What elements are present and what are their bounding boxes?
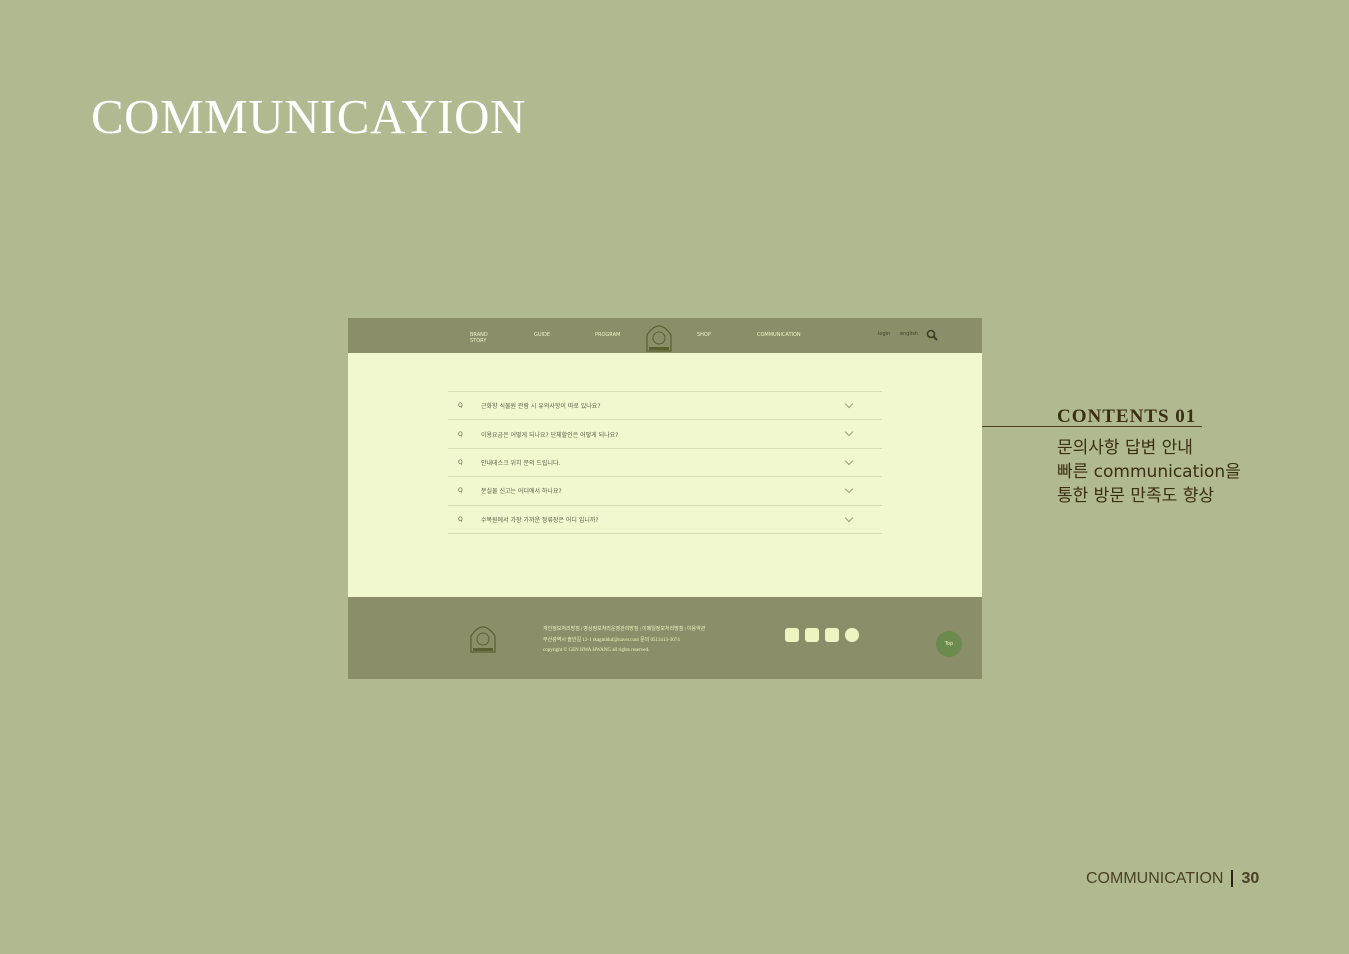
- nav-guide[interactable]: GUIDE: [534, 332, 550, 338]
- desc-line: 빠른 communication을: [1057, 462, 1241, 482]
- contents-description: 문의사항 답변 안내 빠른 communication을 통한 방문 만족도 향…: [1057, 436, 1241, 508]
- top-nav: BRAND STORY GUIDE PROGRAM SHOP COMMUNICA…: [348, 318, 982, 353]
- q-label: Q: [458, 458, 463, 466]
- search-icon[interactable]: [926, 329, 938, 341]
- section-name: COMMUNICATION: [1086, 870, 1224, 887]
- q-label: Q: [458, 402, 463, 410]
- website-mockup: BRAND STORY GUIDE PROGRAM SHOP COMMUNICA…: [348, 318, 982, 679]
- page-number: 30: [1231, 870, 1260, 887]
- faq-question: 수목원에서 가장 가까운 정류장은 어디 입니까?: [481, 516, 599, 524]
- youtube-icon[interactable]: [805, 628, 819, 642]
- page-title: COMMUNICAYION: [91, 89, 526, 144]
- q-label: Q: [458, 487, 463, 495]
- nav-communication[interactable]: COMMUNICATION: [757, 332, 801, 338]
- contents-title: CONTENTS 01: [1057, 406, 1197, 427]
- chevron-down-icon[interactable]: [844, 513, 854, 522]
- chevron-down-icon[interactable]: [844, 456, 854, 466]
- faq-question: 근화향 식물원 관람 시 유의사항이 따로 있나요?: [481, 403, 601, 411]
- twitter-icon[interactable]: [825, 628, 839, 642]
- q-label: Q: [458, 430, 463, 438]
- brand-logo[interactable]: [643, 319, 675, 353]
- english-link[interactable]: english: [900, 331, 918, 337]
- faq-item[interactable]: Q 이용요금은 어떻게 되나요? 단체할인은 어떻게 되나요?: [448, 420, 882, 449]
- login-link[interactable]: login: [878, 331, 890, 337]
- faq-question: 이용요금은 어떻게 되나요? 단체할인은 어떻게 되나요?: [481, 431, 619, 439]
- chevron-down-icon[interactable]: [844, 428, 854, 437]
- nav-shop[interactable]: SHOP: [697, 332, 711, 338]
- page-footer: COMMUNICATION 30: [1086, 870, 1260, 888]
- desc-line: 통한 방문 만족도 향상: [1057, 486, 1214, 506]
- faq-list: Q 근화향 식물원 관람 시 유의사항이 따로 있나요? Q 이용요금은 어떻게 되…: [448, 391, 882, 534]
- footer-logo: [470, 626, 496, 653]
- nav-program[interactable]: PROGRAM: [595, 332, 620, 338]
- footer-links[interactable]: 개인정보처리방침 | 영상정보처리운영관리방침 | 이메일정보처리방침 | 이용…: [543, 625, 705, 636]
- footer-address: 부산광역시 솔안길 12-1 rkagmlduf@naver.com 문의 05…: [543, 637, 680, 643]
- q-label: Q: [458, 515, 463, 523]
- faq-question: 분실물 신고는 어디에서 하나요?: [481, 488, 562, 496]
- top-button[interactable]: Top: [936, 631, 962, 657]
- faq-item[interactable]: Q 분실물 신고는 어디에서 하나요?: [448, 477, 882, 506]
- faq-item[interactable]: Q 수목원에서 가장 가까운 정류장은 어디 입니까?: [448, 506, 882, 534]
- nav-brand-story[interactable]: BRAND STORY: [470, 332, 492, 344]
- faq-item[interactable]: Q 안내데스크 위치 문의 드립니다.: [448, 449, 882, 478]
- chevron-down-icon[interactable]: [844, 399, 854, 409]
- desc-line: 문의사항 답변 안내: [1057, 438, 1193, 458]
- footer: 개인정보처리방침 | 영상정보처리운영관리방침 | 이메일정보처리방침 | 이용…: [348, 597, 982, 679]
- instagram-icon[interactable]: [785, 628, 799, 642]
- footer-copyright: copyright © GEN HWA HWANG all rights res…: [543, 648, 650, 653]
- kakaotalk-icon[interactable]: [845, 628, 859, 642]
- faq-question: 안내데스크 위치 문의 드립니다.: [481, 459, 561, 467]
- faq-item[interactable]: Q 근화향 식물원 관람 시 유의사항이 따로 있나요?: [448, 392, 882, 421]
- chevron-down-icon[interactable]: [844, 484, 854, 494]
